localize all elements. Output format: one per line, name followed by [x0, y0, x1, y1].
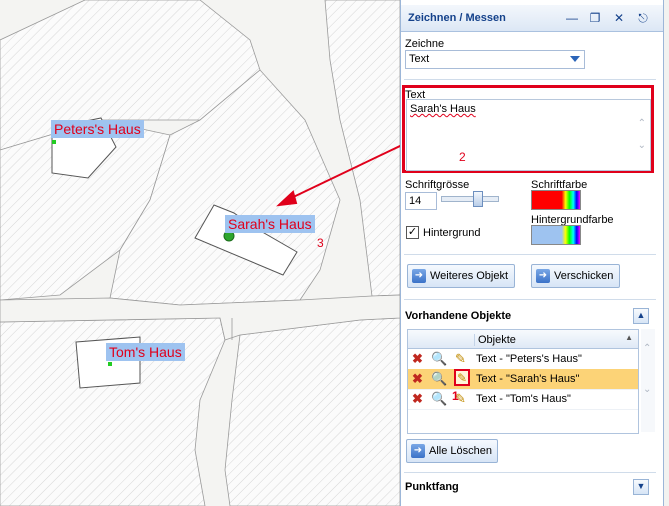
expand-icon[interactable]: ▼: [633, 479, 649, 495]
edit-pencil-icon[interactable]: ✎: [455, 351, 466, 367]
map-label-tom[interactable]: Tom's Haus: [106, 343, 185, 361]
annotation-2: 2: [459, 150, 466, 164]
marker-peters: [52, 140, 56, 144]
size-slider-track[interactable]: [441, 196, 499, 202]
restore-icon[interactable]: ❐: [588, 11, 602, 25]
delete-icon[interactable]: ✖: [412, 391, 423, 407]
parcel: [224, 317, 400, 506]
close-icon[interactable]: ✕: [612, 11, 626, 25]
zoom-icon[interactable]: 🔍: [431, 351, 447, 367]
objects-grid: Objekte ▲ ✖ 🔍 ✎ Text - "Peters's Haus" ✖…: [407, 329, 639, 434]
map-view[interactable]: Peters's Haus Sarah's Haus Tom's Haus 3: [0, 0, 400, 506]
verschicken-button[interactable]: ➜ Verschicken: [531, 264, 620, 288]
map-label-peters[interactable]: Peters's Haus: [51, 120, 144, 138]
row-text: Text - "Tom's Haus": [476, 393, 571, 405]
grid-scrollbar[interactable]: ⌃ ⌄: [641, 329, 655, 432]
punktfang-title: Punktfang: [405, 481, 459, 493]
annotation-3: 3: [317, 236, 324, 250]
schriftgroesse-label: Schriftgrösse: [405, 179, 470, 191]
hintergrund-checkbox[interactable]: ✓: [406, 226, 419, 239]
zeichne-select[interactable]: Text: [405, 50, 585, 69]
text-area[interactable]: Sarah's Haus ⌃ ⌄ 2: [406, 99, 651, 171]
pin-icon[interactable]: ⎋: [636, 11, 650, 25]
arrow-icon: ➜: [411, 444, 425, 458]
zoom-icon[interactable]: 🔍: [431, 391, 447, 407]
marker-tom: [108, 362, 112, 366]
table-row[interactable]: ✖ 🔍 ✎ Text - "Peters's Haus": [408, 349, 638, 370]
panel-titlebar: Zeichnen / Messen — ❐ ✕ ⎋: [401, 5, 663, 32]
schriftfarbe-picker[interactable]: [531, 190, 581, 210]
row-text: Text - "Sarah's Haus": [476, 373, 580, 385]
send-arrow-icon: ➜: [536, 269, 550, 283]
minimize-icon[interactable]: —: [565, 11, 579, 25]
table-row-selected[interactable]: ✖ 🔍 ✎ Text - "Sarah's Haus": [408, 369, 638, 390]
alle-loeschen-label: Alle Löschen: [429, 445, 492, 457]
verschicken-label: Verschicken: [554, 270, 614, 282]
map-canvas: [0, 0, 400, 506]
hintergrund-label: Hintergrund: [423, 227, 481, 239]
zeichne-label: Zeichne: [405, 38, 445, 50]
schriftgroesse-value: 14: [409, 195, 422, 207]
weiteres-objekt-button[interactable]: ➜ Weiteres Objekt: [407, 264, 515, 288]
hintergrundfarbe-picker[interactable]: [531, 225, 581, 245]
delete-icon[interactable]: ✖: [412, 351, 423, 367]
row-text: Text - "Peters's Haus": [476, 353, 582, 365]
vorhandene-objekte-title: Vorhandene Objekte: [405, 310, 512, 322]
grid-header-objekte[interactable]: Objekte: [474, 334, 516, 346]
alle-loeschen-button[interactable]: ➜ Alle Löschen: [406, 439, 498, 463]
scroll-up-icon[interactable]: ⌃: [638, 118, 646, 129]
scroll-down-icon[interactable]: ⌄: [643, 384, 651, 395]
schriftgroesse-input[interactable]: 14: [405, 192, 437, 210]
edit-pencil-icon[interactable]: ✎: [454, 369, 470, 386]
grid-header: Objekte ▲: [408, 330, 638, 349]
zeichne-value: Text: [409, 53, 430, 65]
size-slider-handle[interactable]: [473, 191, 483, 207]
scroll-up-icon[interactable]: ⌃: [643, 343, 651, 354]
zoom-icon[interactable]: 🔍: [431, 371, 447, 387]
collapse-icon[interactable]: ▲: [633, 308, 649, 324]
delete-icon[interactable]: ✖: [412, 371, 423, 387]
add-arrow-icon: ➜: [412, 269, 426, 283]
scroll-down-icon[interactable]: ⌄: [638, 140, 646, 151]
weiteres-objekt-label: Weiteres Objekt: [430, 270, 509, 282]
text-area-value: Sarah's Haus: [410, 103, 476, 115]
map-label-sarah[interactable]: Sarah's Haus: [225, 215, 315, 233]
sort-asc-icon[interactable]: ▲: [625, 333, 633, 342]
panel-title: Zeichnen / Messen: [408, 12, 506, 24]
chevron-down-icon[interactable]: [568, 52, 582, 66]
table-row[interactable]: ✖ 🔍 ✎ Text - "Tom's Haus": [408, 389, 638, 410]
annotation-1: 1: [452, 389, 459, 403]
